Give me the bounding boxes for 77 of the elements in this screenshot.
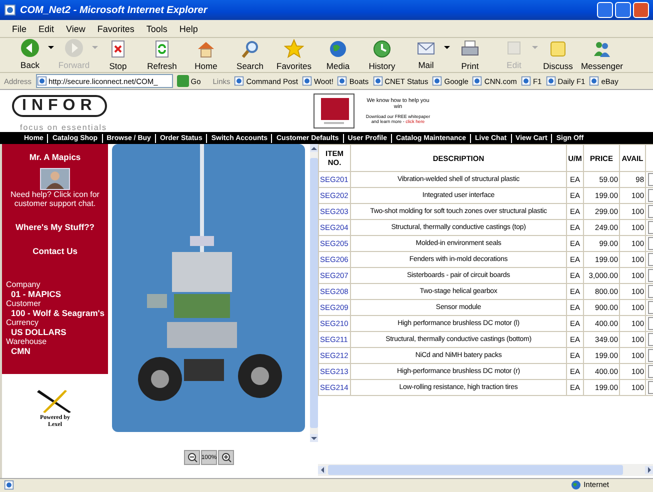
quantity-field[interactable] bbox=[648, 333, 653, 346]
page-icon bbox=[337, 76, 348, 86]
discuss-icon bbox=[548, 39, 568, 59]
media-icon bbox=[328, 39, 348, 59]
field-value: 100 - Wolf & Seagram's bbox=[10, 308, 106, 318]
messenger-icon bbox=[592, 39, 612, 59]
quantity-field[interactable] bbox=[648, 365, 653, 378]
quantity-field[interactable] bbox=[648, 285, 653, 298]
forward-icon bbox=[64, 38, 84, 58]
globe-icon bbox=[570, 480, 581, 490]
window-title: COM_Net2 - Microsoft Internet Explorer bbox=[20, 4, 208, 16]
help-text: Need help? Click icon for customer support chat. bbox=[10, 190, 100, 208]
quantity-field[interactable] bbox=[648, 221, 653, 234]
horizontal-scrollbar[interactable] bbox=[318, 464, 653, 476]
page-icon bbox=[589, 76, 600, 86]
quantity-field[interactable] bbox=[648, 253, 653, 266]
field-label: Company bbox=[6, 280, 42, 289]
page-icon bbox=[4, 480, 14, 490]
field-value: US DOLLARS bbox=[10, 327, 68, 337]
toolbar-button[interactable]: Stop bbox=[96, 39, 140, 71]
field-value: 01 - MAPICS bbox=[10, 289, 62, 299]
field-label: Customer bbox=[6, 299, 42, 308]
minimize-button[interactable] bbox=[597, 2, 613, 18]
menu-item[interactable]: View bbox=[66, 24, 86, 34]
page-icon bbox=[302, 76, 312, 86]
search-icon bbox=[240, 39, 260, 59]
page-icon bbox=[234, 76, 244, 86]
sidebar-link[interactable]: Contact Us bbox=[32, 246, 78, 256]
quantity-field[interactable] bbox=[648, 205, 653, 218]
page-icon bbox=[36, 76, 47, 86]
maximize-button[interactable] bbox=[615, 2, 631, 18]
toolbar-button[interactable]: Home bbox=[184, 39, 228, 71]
page-icon bbox=[546, 76, 556, 86]
menu-item[interactable]: Help bbox=[179, 24, 198, 34]
menu-item[interactable]: Tools bbox=[146, 24, 168, 34]
menu-item[interactable]: Edit bbox=[38, 24, 54, 34]
quantity-field[interactable] bbox=[648, 381, 653, 394]
field-label: Currency bbox=[6, 318, 40, 327]
sidebar-link[interactable]: Where's My Stuff?? bbox=[16, 222, 94, 232]
menu-item[interactable]: Favorites bbox=[97, 24, 134, 34]
field-value: CMN bbox=[10, 346, 32, 356]
toolbar-button[interactable]: Media bbox=[316, 39, 360, 71]
logo: INFOR bbox=[12, 95, 107, 117]
history-icon bbox=[372, 39, 392, 59]
user-name: Mr. A Mapics bbox=[29, 152, 81, 162]
quantity-field[interactable] bbox=[648, 189, 653, 202]
vertical-scrollbar[interactable] bbox=[310, 144, 318, 442]
quantity-field[interactable] bbox=[648, 317, 653, 330]
field-label: Warehouse bbox=[6, 337, 48, 346]
avatar-icon[interactable] bbox=[40, 168, 70, 190]
quantity-field[interactable] bbox=[648, 173, 653, 186]
page-icon bbox=[372, 76, 383, 86]
toolbar-button[interactable]: Favorites bbox=[272, 39, 316, 71]
quantity-field[interactable] bbox=[648, 269, 653, 282]
toolbar-button[interactable]: Search bbox=[228, 39, 272, 71]
back-icon bbox=[20, 38, 40, 58]
toolbar-button[interactable]: Discuss bbox=[536, 39, 580, 71]
page-icon bbox=[472, 76, 482, 86]
menu-item[interactable]: File bbox=[12, 24, 27, 34]
quantity-field[interactable] bbox=[648, 237, 653, 250]
page-icon bbox=[520, 76, 531, 86]
toolbar-button[interactable]: Mail bbox=[404, 38, 448, 72]
tagline: focus on essentials bbox=[20, 123, 108, 132]
close-button[interactable] bbox=[633, 2, 649, 18]
quantity-field[interactable] bbox=[648, 349, 653, 362]
quantity-field[interactable] bbox=[648, 301, 653, 314]
app-icon bbox=[4, 4, 16, 16]
zoom-out-button[interactable] bbox=[184, 450, 200, 465]
toolbar-button[interactable]: Messenger bbox=[580, 39, 624, 71]
toolbar-button[interactable]: Back bbox=[8, 38, 52, 72]
zoom-in-button[interactable] bbox=[218, 450, 234, 465]
favorites-icon bbox=[284, 39, 304, 59]
toolbar-button[interactable]: History bbox=[360, 39, 404, 71]
toolbar-button[interactable]: Print bbox=[448, 39, 492, 71]
home-icon bbox=[196, 39, 216, 59]
page-icon bbox=[432, 76, 442, 86]
toolbar-button[interactable]: Refresh bbox=[140, 39, 184, 71]
